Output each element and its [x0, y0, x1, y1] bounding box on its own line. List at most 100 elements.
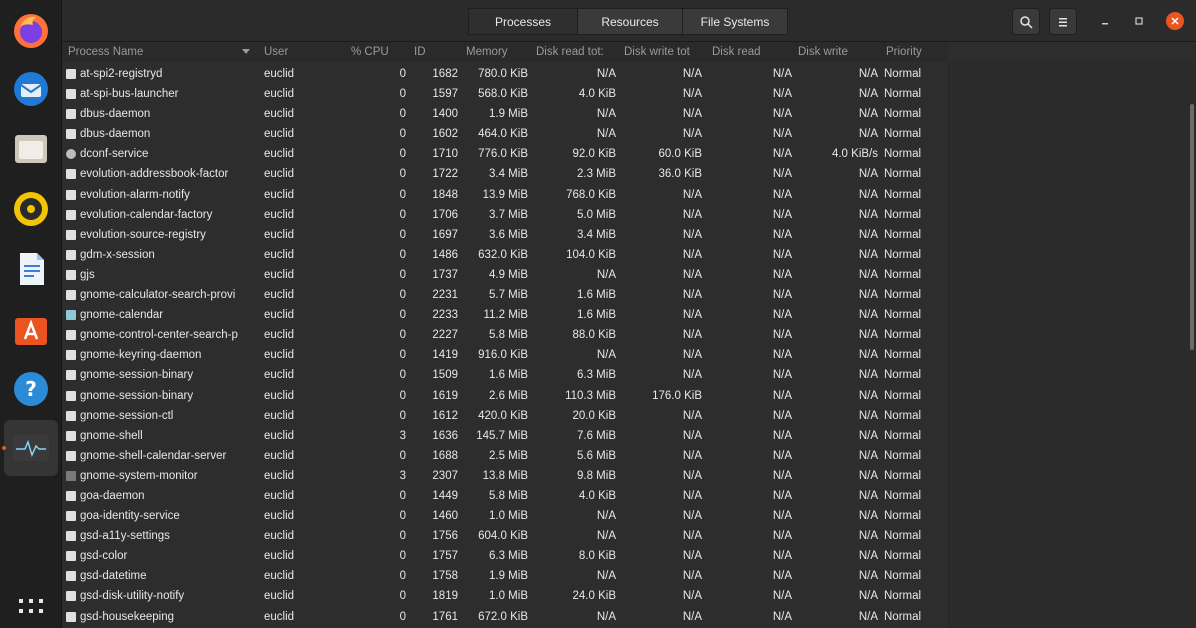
- tab-file-systems[interactable]: File Systems: [682, 8, 788, 35]
- process-icon: [66, 310, 76, 321]
- process-memory: 5.8 MiB: [489, 329, 528, 342]
- table-row[interactable]: evolution-alarm-notify euclid 0 1848 13.9 Mi…: [62, 185, 948, 205]
- maximize-button[interactable]: [1130, 12, 1148, 30]
- process-user: euclid: [264, 369, 295, 382]
- column-disk-write-total[interactable]: Disk write tot: [624, 42, 708, 62]
- process-id: 1848: [432, 188, 458, 201]
- table-row[interactable]: gnome-calculator-search-provi euclid 0 2231…: [62, 285, 948, 305]
- column-priority[interactable]: Priority: [886, 42, 946, 62]
- column-user[interactable]: User: [264, 42, 324, 62]
- process-disk-read-total: 110.3 MiB: [565, 389, 616, 402]
- table-row[interactable]: goa-identity-service euclid 0 1460 1.0 MiB N/…: [62, 506, 948, 526]
- thunderbird-icon[interactable]: [8, 66, 54, 112]
- column-disk-read-total[interactable]: Disk read tot:: [536, 42, 620, 62]
- table-row[interactable]: gsd-housekeeping euclid 0 1761 672.0 KiB N/A N…: [62, 607, 948, 627]
- process-icon: [66, 269, 76, 280]
- table-row[interactable]: dbus-daemon euclid 0 1400 1.9 MiB N/A N/A N/A N/…: [62, 104, 948, 124]
- process-name: gnome-session-binary: [80, 389, 194, 402]
- process-disk-read-total: N/A: [596, 570, 616, 583]
- table-row[interactable]: gnome-calendar euclid 0 2233 11.2 MiB 1.6 MiB…: [62, 305, 948, 325]
- process-priority: Normal: [884, 369, 922, 382]
- table-row[interactable]: gnome-session-binary euclid 0 1509 1.6 MiB 6.…: [62, 365, 948, 385]
- table-row[interactable]: gnome-shell-calendar-server euclid 0 1688 2.…: [62, 446, 948, 466]
- help-icon[interactable]: ?: [8, 366, 54, 412]
- table-row[interactable]: dconf-service euclid 0 1710 776.0 KiB 92.0 Ki…: [62, 144, 948, 164]
- process-user: euclid: [264, 148, 295, 161]
- table-row[interactable]: goa-daemon euclid 0 1449 5.8 MiB 4.0 KiB N/A N/…: [62, 486, 948, 506]
- process-id: 1619: [432, 389, 458, 402]
- table-row[interactable]: evolution-calendar-factory euclid 0 1706 3.7…: [62, 205, 948, 225]
- column-process-name[interactable]: Process Name: [68, 42, 248, 62]
- table-row[interactable]: gnome-session-binary euclid 0 1619 2.6 MiB 11…: [62, 386, 948, 406]
- process-priority: Normal: [884, 268, 922, 281]
- vertical-scrollbar[interactable]: [1190, 104, 1194, 350]
- tab-resources[interactable]: Resources: [577, 8, 683, 35]
- process-disk-write-total: N/A: [682, 349, 702, 362]
- table-row[interactable]: evolution-addressbook-factor euclid 0 1722 3…: [62, 164, 948, 184]
- process-disk-read-total: N/A: [596, 349, 616, 362]
- table-row[interactable]: gnome-session-ctl euclid 0 1612 420.0 KiB 20.…: [62, 406, 948, 426]
- process-name: gnome-session-ctl: [80, 409, 174, 422]
- tab-processes[interactable]: Processes: [468, 8, 578, 35]
- table-row[interactable]: gnome-keyring-daemon euclid 0 1419 916.0 KiB…: [62, 345, 948, 365]
- process-disk-read: N/A: [772, 570, 792, 583]
- table-row[interactable]: gsd-datetime euclid 0 1758 1.9 MiB N/A N/A N/A N…: [62, 566, 948, 586]
- process-name: gdm-x-session: [80, 248, 155, 261]
- table-row[interactable]: gjs euclid 0 1737 4.9 MiB N/A N/A N/A N/A Normal: [62, 265, 948, 285]
- process-disk-read-total: 5.0 MiB: [577, 208, 616, 221]
- table-row[interactable]: gdm-x-session euclid 0 1486 632.0 KiB 104.0 K…: [62, 245, 948, 265]
- process-priority: Normal: [884, 409, 922, 422]
- software-center-icon[interactable]: [8, 306, 54, 352]
- files-icon[interactable]: [8, 126, 54, 172]
- column-id[interactable]: ID: [414, 42, 454, 62]
- column-cpu[interactable]: % CPU: [351, 42, 401, 62]
- process-cpu: 0: [399, 550, 406, 563]
- process-disk-read: N/A: [772, 208, 792, 221]
- process-memory: 13.8 MiB: [482, 469, 528, 482]
- process-disk-read: N/A: [772, 449, 792, 462]
- table-row[interactable]: at-spi2-registryd euclid 0 1682 780.0 KiB N/A…: [62, 64, 948, 84]
- process-user: euclid: [264, 550, 295, 563]
- empty-table-area: [948, 62, 1196, 628]
- minimize-button[interactable]: [1096, 12, 1114, 30]
- rhythmbox-icon[interactable]: [8, 186, 54, 232]
- process-priority: Normal: [884, 550, 922, 563]
- firefox-icon[interactable]: [8, 8, 54, 54]
- process-priority: Normal: [884, 469, 922, 482]
- libreoffice-writer-icon[interactable]: [8, 246, 54, 292]
- table-row[interactable]: evolution-source-registry euclid 0 1697 3.6 …: [62, 225, 948, 245]
- process-memory: 780.0 KiB: [478, 68, 528, 80]
- process-disk-write: 4.0 KiB/s: [831, 148, 878, 161]
- column-disk-write[interactable]: Disk write: [798, 42, 882, 62]
- table-row[interactable]: dbus-daemon euclid 0 1602 464.0 KiB N/A N/A N/A…: [62, 124, 948, 144]
- process-priority: Normal: [884, 429, 922, 442]
- process-disk-write-total: N/A: [682, 68, 702, 80]
- table-row[interactable]: gnome-shell euclid 3 1636 145.7 MiB 7.6 MiB N/…: [62, 426, 948, 446]
- column-disk-read[interactable]: Disk read: [712, 42, 796, 62]
- process-id: 1722: [432, 168, 458, 181]
- show-apps-icon[interactable]: [8, 596, 54, 626]
- table-row[interactable]: gnome-control-center-search-p euclid 0 2227…: [62, 325, 948, 345]
- close-button[interactable]: [1166, 12, 1184, 30]
- process-disk-write: N/A: [858, 208, 878, 221]
- column-memory[interactable]: Memory: [466, 42, 532, 62]
- process-memory: 2.6 MiB: [489, 389, 528, 402]
- table-row[interactable]: gnome-system-monitor euclid 3 2307 13.8 MiB 9…: [62, 466, 948, 486]
- table-row[interactable]: gsd-disk-utility-notify euclid 0 1819 1.0 Mi…: [62, 586, 948, 606]
- system-monitor-icon[interactable]: [2, 420, 58, 476]
- menu-button[interactable]: [1049, 8, 1077, 35]
- process-id: 1757: [432, 550, 458, 563]
- table-row[interactable]: gsd-color euclid 0 1757 6.3 MiB 8.0 KiB N/A N/A…: [62, 546, 948, 566]
- process-cpu: 0: [399, 68, 406, 80]
- table-row[interactable]: at-spi-bus-launcher euclid 0 1597 568.0 KiB 4…: [62, 84, 948, 104]
- process-priority: Normal: [884, 208, 922, 221]
- process-name: gnome-calendar: [80, 309, 164, 322]
- process-disk-write: N/A: [858, 248, 878, 261]
- process-user: euclid: [264, 228, 295, 241]
- process-priority: Normal: [884, 309, 922, 322]
- table-row[interactable]: gsd-a11y-settings euclid 0 1756 604.0 KiB N/A…: [62, 526, 948, 546]
- process-memory: 632.0 KiB: [478, 248, 528, 261]
- process-disk-write: N/A: [858, 349, 878, 362]
- process-id: 1682: [432, 68, 458, 80]
- search-button[interactable]: [1012, 8, 1040, 35]
